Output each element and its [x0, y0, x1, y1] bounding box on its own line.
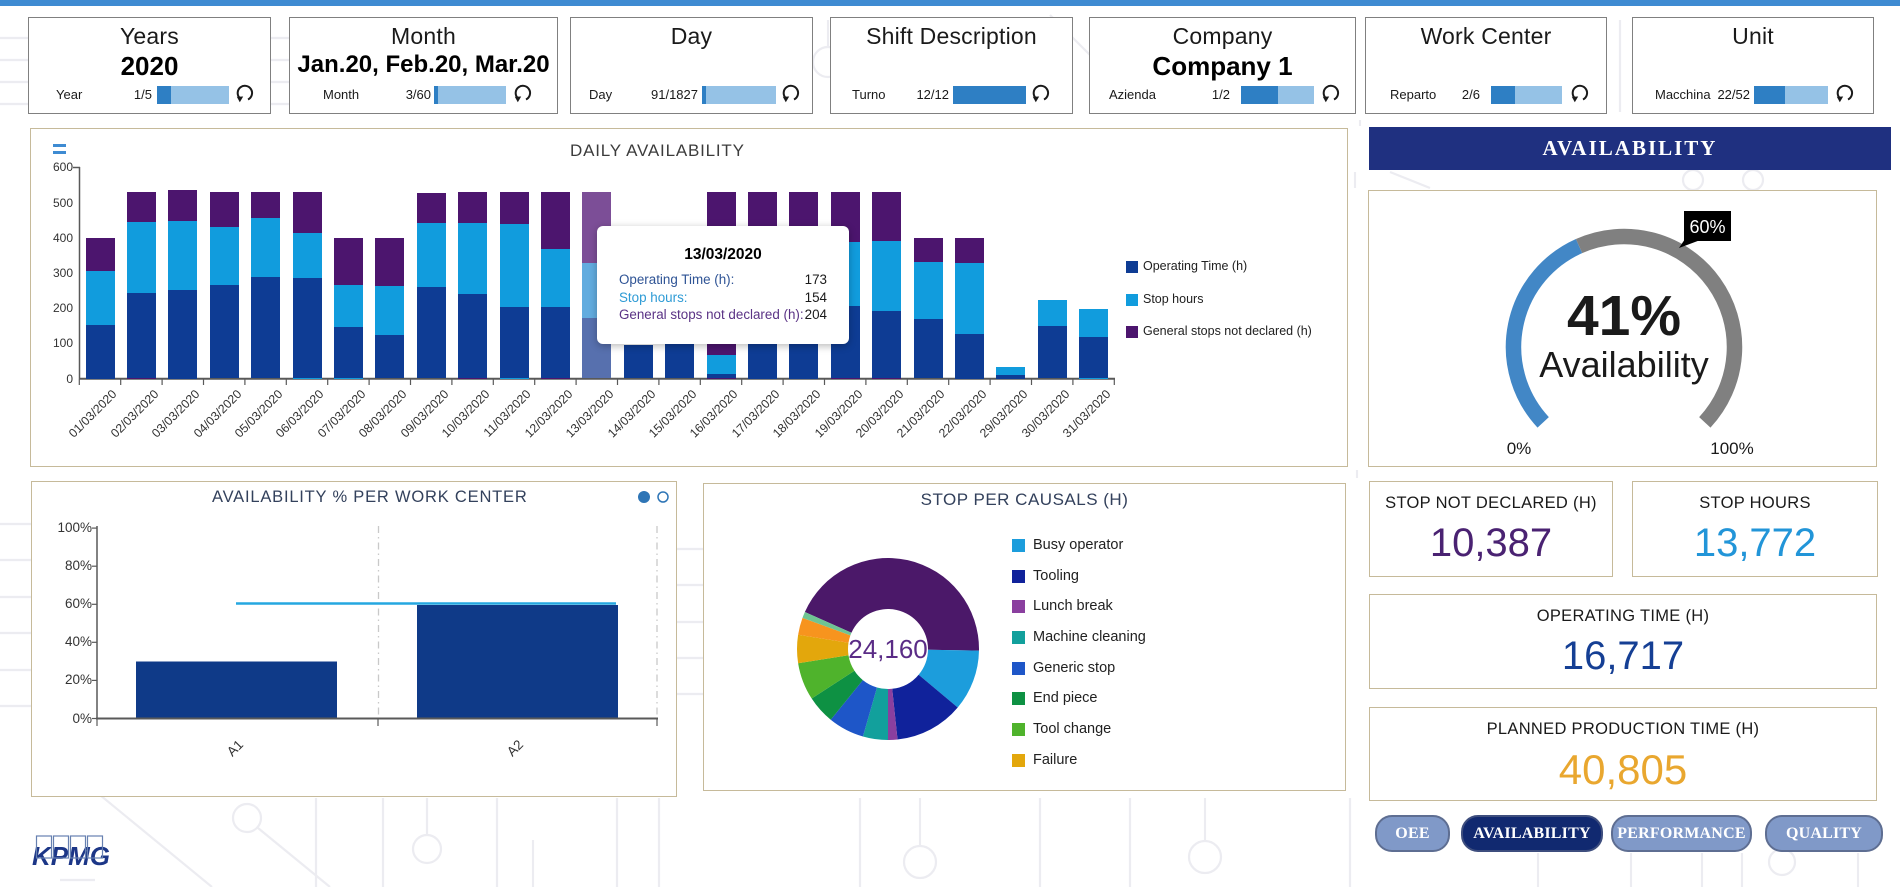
svg-text:60%: 60%	[1689, 217, 1725, 237]
